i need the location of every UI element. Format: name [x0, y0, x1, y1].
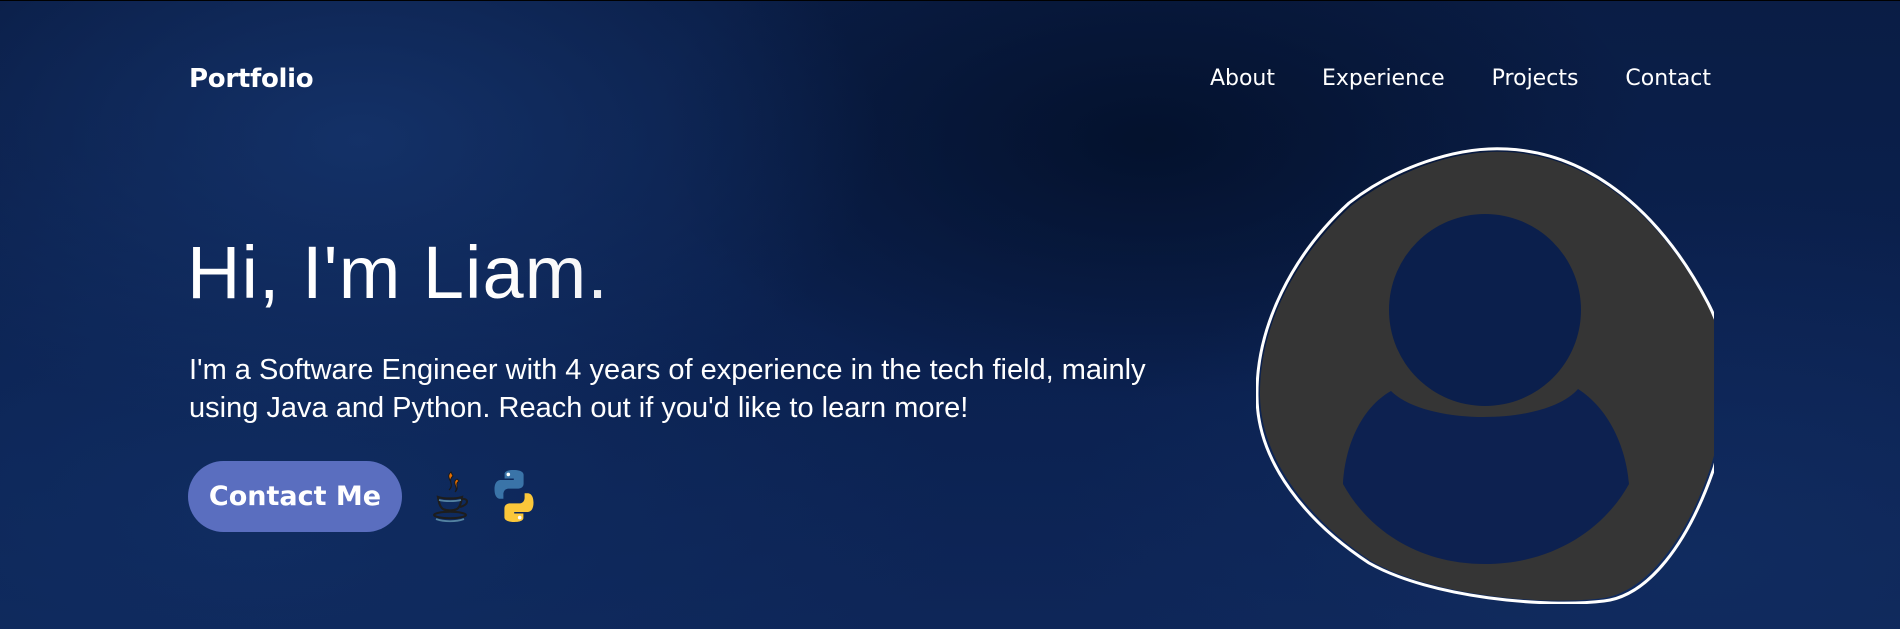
- hero-subtitle: I'm a Software Engineer with 4 years of …: [189, 354, 1146, 424]
- nav-link-experience[interactable]: Experience: [1322, 66, 1445, 91]
- python-icon: [494, 470, 534, 522]
- contact-me-button[interactable]: Contact Me: [188, 461, 402, 532]
- nav-link-about[interactable]: About: [1210, 66, 1275, 91]
- hero-title: Hi, I'm Liam.: [187, 231, 609, 314]
- main-nav: About Experience Projects Contact: [1210, 66, 1711, 91]
- java-icon: [433, 471, 468, 523]
- tech-icons: [420, 466, 544, 526]
- site-logo[interactable]: Portfolio: [189, 64, 314, 94]
- nav-link-projects[interactable]: Projects: [1492, 66, 1579, 91]
- user-placeholder-icon: [1256, 147, 1714, 604]
- nav-link-contact[interactable]: Contact: [1625, 66, 1711, 91]
- top-border: [0, 0, 1900, 1]
